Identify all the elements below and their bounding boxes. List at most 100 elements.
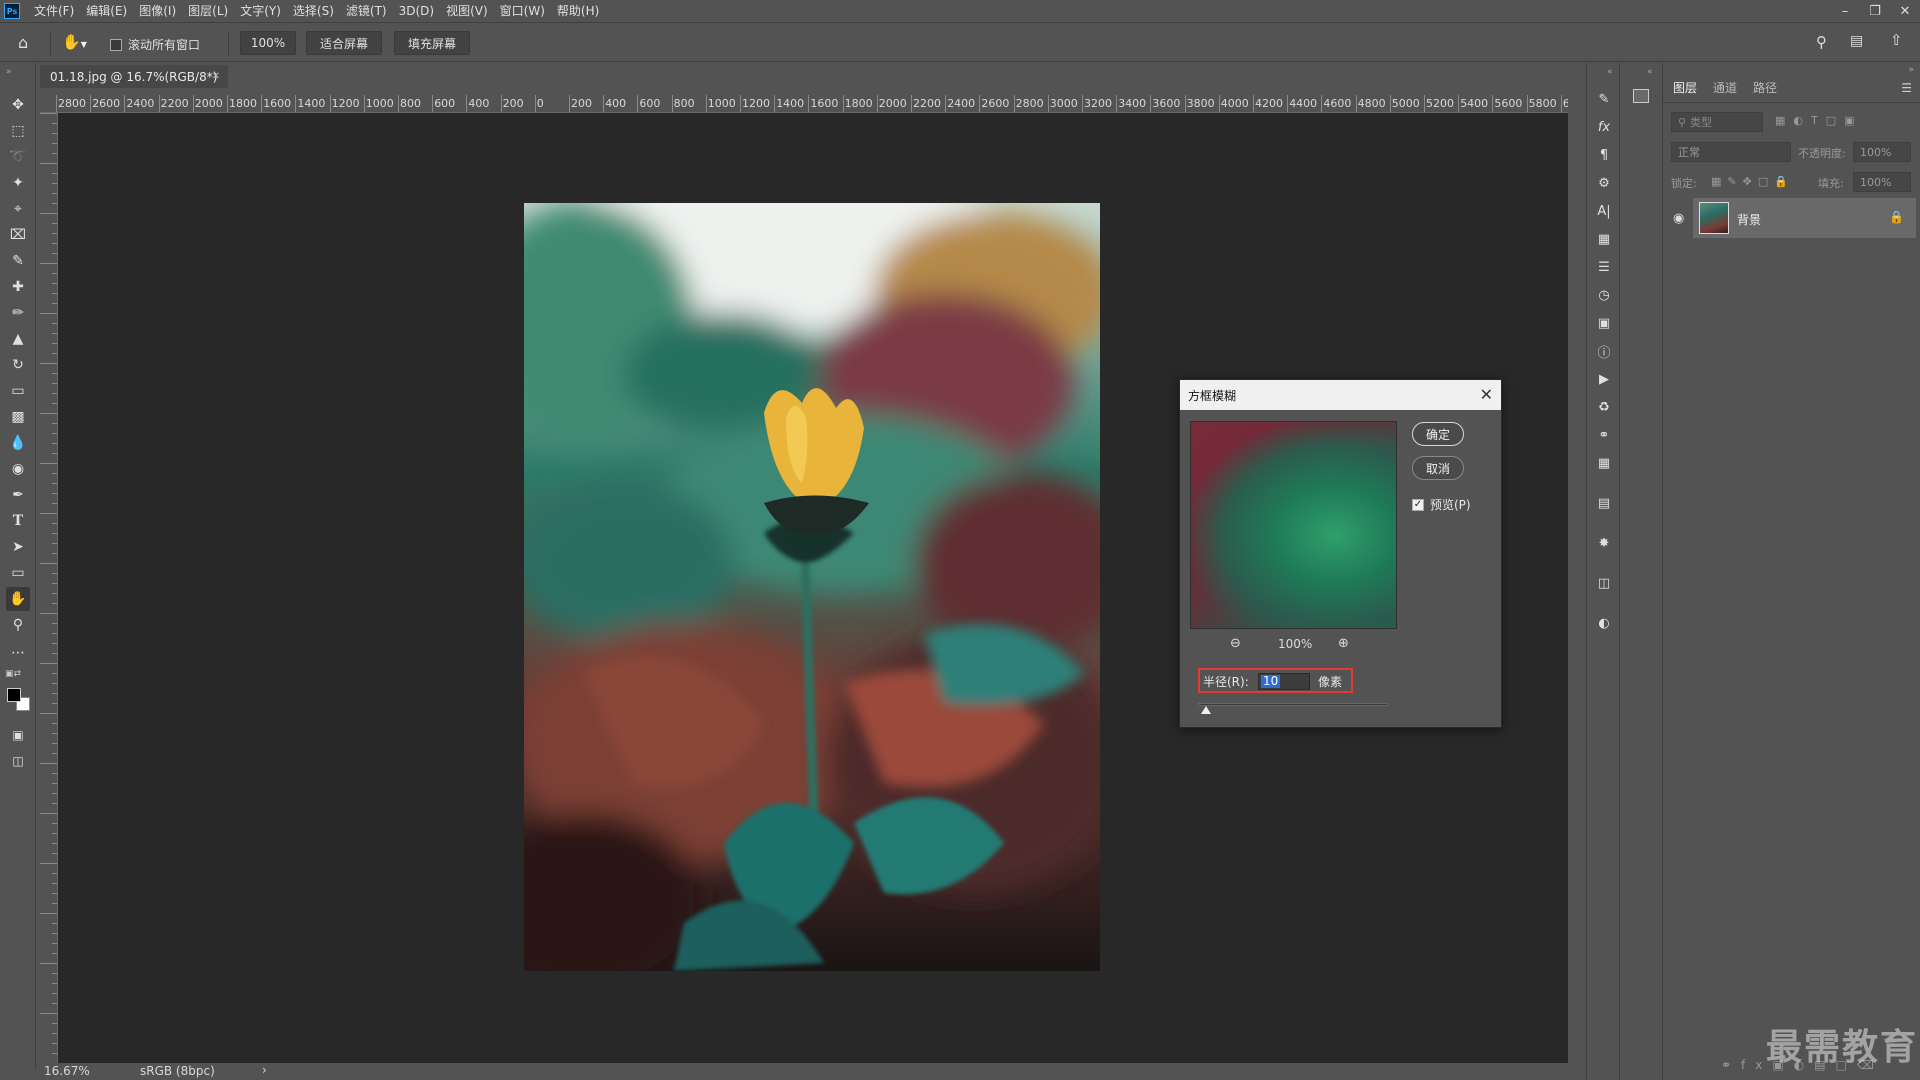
swatches-icon[interactable]: ▦	[1594, 229, 1614, 249]
marquee-tool-icon[interactable]: ⬚	[6, 119, 30, 143]
layer-lock-icon[interactable]: 🔒	[1889, 210, 1904, 224]
brush-tool-icon[interactable]: ✏	[6, 301, 30, 325]
lock-icons[interactable]: ▦✎✥□🔒	[1711, 175, 1794, 188]
fill-input[interactable]: 100%	[1853, 172, 1911, 192]
history-icon[interactable]: ◷	[1594, 285, 1614, 305]
blur-tool-icon[interactable]: 💧	[6, 431, 30, 455]
menu-3d[interactable]: 3D(D)	[393, 0, 440, 22]
radius-value[interactable]: 10	[1261, 675, 1281, 688]
history-brush-icon[interactable]: ↻	[6, 353, 30, 377]
pen-tool-icon[interactable]: ✒	[6, 483, 30, 507]
close-icon[interactable]: ✕	[1480, 385, 1493, 404]
fill-screen-button[interactable]: 填充屏幕	[394, 31, 470, 55]
preview-checkbox-row[interactable]: ✓ 预览(P)	[1412, 496, 1471, 513]
share-icon[interactable]: ⇧	[1890, 31, 1903, 49]
opacity-input[interactable]: 100%	[1853, 142, 1911, 162]
menu-image[interactable]: 图像(I)	[133, 0, 182, 22]
menu-layer[interactable]: 图层(L)	[182, 0, 234, 22]
fit-screen-button[interactable]: 适合屏幕	[306, 31, 382, 55]
properties-icon[interactable]: ▣	[1594, 313, 1614, 333]
move-tool-icon[interactable]: ✥	[6, 93, 30, 117]
restore-icon[interactable]: ❐	[1860, 0, 1890, 22]
layer-row-background[interactable]: 背景 🔒	[1693, 198, 1916, 238]
actions-play-icon[interactable]: ▶	[1594, 369, 1614, 389]
visibility-eye-icon[interactable]: ◉	[1673, 211, 1684, 226]
menu-window[interactable]: 窗口(W)	[494, 0, 551, 22]
status-menu-arrow[interactable]: ›	[262, 1063, 267, 1077]
magic-wand-icon[interactable]: ✦	[6, 171, 30, 195]
filter-preview[interactable]	[1190, 421, 1397, 629]
menu-filter[interactable]: 滤镜(T)	[340, 0, 393, 22]
document-tab[interactable]: 01.18.jpg @ 16.7%(RGB/8*) ✕	[40, 65, 228, 88]
lasso-tool-icon[interactable]: ➰	[6, 145, 30, 169]
collapse-toolbar-icon[interactable]: »	[6, 67, 12, 77]
type-tool-icon[interactable]: T	[6, 509, 30, 533]
hand-tool-icon[interactable]: ✋	[6, 587, 30, 611]
zoom-level[interactable]: 16.67%	[44, 1064, 90, 1078]
more-tools-icon[interactable]: ⋯	[6, 641, 30, 665]
zoom-tool-icon[interactable]: ⚲	[6, 613, 30, 637]
zoom-100-button[interactable]: 100%	[240, 31, 296, 55]
blend-mode-select[interactable]: 正常	[1671, 142, 1791, 162]
scroll-all-windows-checkbox[interactable]: 滚动所有窗口	[110, 36, 200, 53]
dialog-title-bar[interactable]: 方框模糊 ✕	[1180, 380, 1501, 410]
workspace-icon[interactable]: ▤	[1850, 33, 1863, 49]
tab-paths[interactable]: 路径	[1753, 79, 1777, 96]
adjustments-icon[interactable]: ⚙	[1594, 173, 1614, 193]
close-window-icon[interactable]: ✕	[1890, 0, 1920, 22]
menu-select[interactable]: 选择(S)	[287, 0, 340, 22]
quick-mask-icon[interactable]: ▣	[6, 723, 30, 747]
panel-collapse-icon[interactable]: »	[1908, 65, 1914, 75]
notes-icon[interactable]: ▤	[1594, 493, 1614, 513]
contrast-icon[interactable]: ◐	[1594, 613, 1614, 633]
default-colors-icon[interactable]: ▣⇄	[5, 669, 21, 679]
collapse-panels-icon[interactable]: «	[1607, 67, 1613, 77]
panel-menu-icon[interactable]: ☰	[1901, 81, 1912, 95]
screen-mode-icon[interactable]: ◫	[6, 749, 30, 773]
cancel-button[interactable]: 取消	[1412, 456, 1464, 480]
hand-tool-preset-icon[interactable]: ✋▼	[62, 33, 90, 53]
close-tab-icon[interactable]: ✕	[212, 71, 220, 82]
eraser-tool-icon[interactable]: ▭	[6, 379, 30, 403]
info-icon[interactable]: ⓘ	[1594, 341, 1614, 361]
character-icon[interactable]: A|	[1594, 201, 1614, 221]
filter-icons[interactable]: ▦◐T□▣	[1775, 114, 1863, 127]
color-icon[interactable]: ⚭	[1594, 425, 1614, 445]
rectangle-tool-icon[interactable]: ▭	[6, 561, 30, 585]
table-grid-icon[interactable]: ▦	[1594, 453, 1614, 473]
tab-channels[interactable]: 通道	[1713, 79, 1737, 96]
libraries-icon[interactable]: ☰	[1594, 257, 1614, 277]
paragraph-icon[interactable]: ¶	[1594, 145, 1614, 165]
radius-slider-track[interactable]	[1198, 703, 1388, 706]
tab-layers[interactable]: 图层	[1673, 79, 1697, 96]
styles-icon[interactable]: fx	[1594, 117, 1614, 137]
navigator-icon[interactable]: ✸	[1594, 533, 1614, 553]
stamp-tool-icon[interactable]: ▲	[6, 327, 30, 351]
layer-filter-select[interactable]: ⚲ 类型	[1671, 112, 1763, 132]
expand-panels-icon[interactable]: «	[1647, 67, 1653, 77]
dodge-tool-icon[interactable]: ◉	[6, 457, 30, 481]
gradient-tool-icon[interactable]: ▩	[6, 405, 30, 429]
menu-file[interactable]: 文件(F)	[28, 0, 80, 22]
ok-button[interactable]: 确定	[1412, 422, 1464, 446]
menu-type[interactable]: 文字(Y)	[234, 0, 287, 22]
menu-help[interactable]: 帮助(H)	[551, 0, 605, 22]
radius-slider-thumb[interactable]	[1201, 706, 1211, 714]
foreground-color-swatch[interactable]	[7, 688, 21, 702]
radius-input[interactable]: 10	[1258, 673, 1310, 690]
timeline-icon[interactable]: ◫	[1594, 573, 1614, 593]
preview-checkbox[interactable]: ✓	[1412, 498, 1424, 511]
menu-view[interactable]: 视图(V)	[440, 0, 494, 22]
search-icon[interactable]: ⚲	[1816, 33, 1827, 51]
document-image[interactable]	[524, 203, 1100, 971]
zoom-in-icon[interactable]: ⊕	[1338, 636, 1349, 651]
crop-tool-icon[interactable]: ⌖	[6, 197, 30, 221]
minimize-icon[interactable]: –	[1830, 0, 1860, 22]
layer-comps-icon[interactable]	[1633, 89, 1649, 103]
healing-brush-icon[interactable]: ✚	[6, 275, 30, 299]
clone-source-icon[interactable]: ♻	[1594, 397, 1614, 417]
brush-settings-icon[interactable]: ✎	[1594, 89, 1614, 109]
path-selection-icon[interactable]: ➤	[6, 535, 30, 559]
eyedropper-icon[interactable]: ✎	[6, 249, 30, 273]
home-icon[interactable]: ⌂	[18, 33, 38, 53]
